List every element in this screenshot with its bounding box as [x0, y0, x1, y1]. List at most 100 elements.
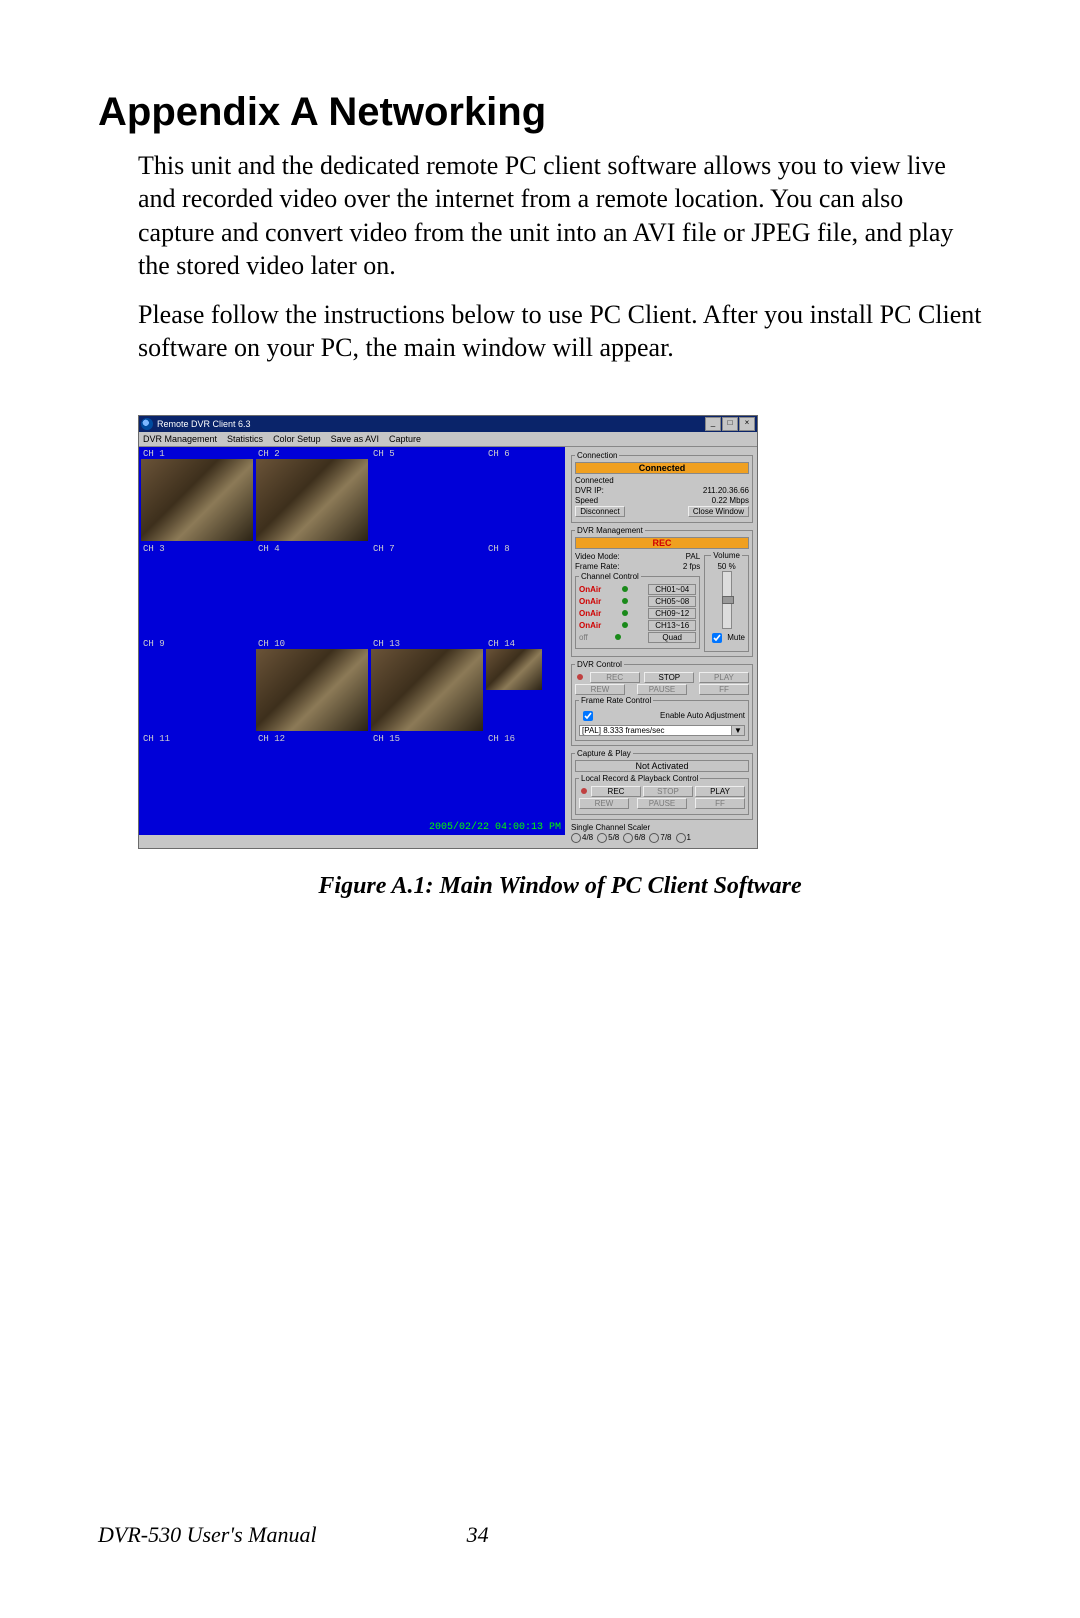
scaler-option: 5/8 [608, 833, 619, 842]
channel-label: CH 6 [486, 449, 512, 459]
menu-save-as-avi[interactable]: Save as AVI [331, 434, 379, 444]
chevron-down-icon: ▼ [731, 726, 744, 735]
menu-statistics[interactable]: Statistics [227, 434, 263, 444]
connection-legend: Connection [575, 451, 619, 460]
rec-status: REC [575, 537, 749, 549]
channel-label: CH 11 [141, 734, 172, 744]
volume-group: Volume 50 % Mute [704, 551, 749, 652]
local-stop-button[interactable]: STOP [643, 786, 693, 797]
video-thumbnail[interactable] [256, 649, 368, 731]
channel-label: CH 5 [371, 449, 397, 459]
video-thumbnail[interactable] [486, 649, 542, 690]
quad-button[interactable]: Quad [648, 632, 696, 643]
channel-label: CH 2 [256, 449, 282, 459]
volume-slider[interactable] [722, 571, 732, 629]
channel-label: CH 12 [256, 734, 287, 744]
app-icon [141, 418, 153, 430]
local-record-group: Local Record & Playback Control REC STOP… [575, 774, 749, 815]
channel-group-button[interactable]: CH13~16 [648, 620, 696, 631]
scaler-radio[interactable] [676, 833, 686, 843]
channel-label: CH 8 [486, 544, 512, 554]
dvr-management-group: DVR Management REC Video Mode: PAL Frame … [571, 526, 753, 657]
scaler-radio[interactable] [571, 833, 581, 843]
menu-capture[interactable]: Capture [389, 434, 421, 444]
dvr-management-legend: DVR Management [575, 526, 645, 535]
status-dot-icon [622, 622, 628, 628]
local-rec-button[interactable]: REC [591, 786, 641, 797]
scaler-option: 7/8 [660, 833, 671, 842]
titlebar: Remote DVR Client 6.3 _ □ × [139, 416, 757, 432]
video-thumbnail[interactable] [141, 459, 253, 541]
onair-indicator: OnAir [579, 597, 601, 606]
window-controls: _ □ × [705, 417, 755, 431]
connection-group: Connection Connected Connected DVR IP:21… [571, 451, 753, 523]
menu-color-setup[interactable]: Color Setup [273, 434, 321, 444]
channel-group-button[interactable]: CH01~04 [648, 584, 696, 595]
off-indicator: off [579, 633, 588, 642]
intro-paragraph-2: Please follow the instructions below to … [138, 298, 982, 365]
channel-label: CH 10 [256, 639, 287, 649]
video-mode-value: PAL [686, 552, 701, 561]
channel-label: CH 15 [371, 734, 402, 744]
connection-state: Connected [575, 476, 749, 485]
channel-control-legend: Channel Control [579, 572, 641, 581]
channel-label: CH 9 [141, 639, 167, 649]
channel-group-button[interactable]: CH09~12 [648, 608, 696, 619]
channel-label: CH 16 [486, 734, 517, 744]
frame-rate-dropdown[interactable]: [PAL] 8.333 frames/sec ▼ [579, 725, 745, 736]
channel-control-group: Channel Control OnAir CH01~04 OnAir CH05~0… [575, 572, 700, 649]
menubar: DVR Management Statistics Color Setup Sa… [139, 432, 757, 447]
figure-caption: Figure A.1: Main Window of PC Client Sof… [178, 873, 942, 900]
mute-checkbox[interactable] [712, 633, 722, 643]
channel-label: CH 1 [141, 449, 167, 459]
channel-label: CH 4 [256, 544, 282, 554]
onair-indicator: OnAir [579, 585, 601, 594]
local-play-button[interactable]: PLAY [695, 786, 745, 797]
maximize-icon[interactable]: □ [722, 417, 738, 431]
mute-label: Mute [727, 633, 745, 642]
close-window-button[interactable]: Close Window [688, 506, 749, 517]
channel-group-button[interactable]: CH05~08 [648, 596, 696, 607]
ff-button[interactable]: FF [699, 684, 749, 695]
frame-rate-label: Frame Rate: [575, 562, 619, 571]
scaler-radio[interactable] [649, 833, 659, 843]
channel-label: CH 13 [371, 639, 402, 649]
dvr-control-legend: DVR Control [575, 660, 624, 669]
local-rew-button[interactable]: REW [579, 798, 629, 809]
scaler-option: 4/8 [582, 833, 593, 842]
onair-indicator: OnAir [579, 621, 601, 630]
local-record-legend: Local Record & Playback Control [579, 774, 700, 783]
scaler-option: 1 [687, 833, 691, 842]
frame-rate-selected: [PAL] 8.333 frames/sec [582, 726, 665, 735]
disconnect-button[interactable]: Disconnect [575, 506, 625, 517]
scaler-radio[interactable] [597, 833, 607, 843]
connection-status: Connected [575, 462, 749, 474]
menu-dvr-management[interactable]: DVR Management [143, 434, 217, 444]
close-icon[interactable]: × [739, 417, 755, 431]
volume-legend: Volume [711, 551, 742, 560]
stop-button[interactable]: STOP [644, 672, 694, 683]
frame-rate-control-group: Frame Rate Control Enable Auto Adjustmen… [575, 696, 749, 741]
capture-play-legend: Capture & Play [575, 749, 633, 758]
channel-label: CH 7 [371, 544, 397, 554]
intro-paragraph-1: This unit and the dedicated remote PC cl… [138, 149, 982, 282]
play-button[interactable]: PLAY [699, 672, 749, 683]
rec-button[interactable]: REC [590, 672, 640, 683]
video-thumbnail[interactable] [256, 459, 368, 541]
local-pause-button[interactable]: PAUSE [637, 798, 687, 809]
rec-dot-icon [577, 674, 583, 680]
local-ff-button[interactable]: FF [695, 798, 745, 809]
rew-button[interactable]: REW [575, 684, 625, 695]
scaler-radio[interactable] [623, 833, 633, 843]
dvr-ip-value: 211.20.36.66 [703, 486, 749, 495]
footer-page-number: 34 [467, 1522, 489, 1548]
minimize-icon[interactable]: _ [705, 417, 721, 431]
pause-button[interactable]: PAUSE [637, 684, 687, 695]
video-thumbnail[interactable] [371, 649, 483, 731]
video-mode-label: Video Mode: [575, 552, 620, 561]
dvr-control-group: DVR Control REC STOP PLAY REW PAUSE FF [571, 660, 753, 746]
page-heading: Appendix A Networking [98, 90, 982, 135]
video-grid: CH 1 CH 2 CH 5 CH 6 CH 3 CH 4 CH 7 CH 8 … [139, 447, 565, 835]
auto-adjust-label: Enable Auto Adjustment [660, 711, 745, 720]
auto-adjust-checkbox[interactable] [583, 711, 593, 721]
